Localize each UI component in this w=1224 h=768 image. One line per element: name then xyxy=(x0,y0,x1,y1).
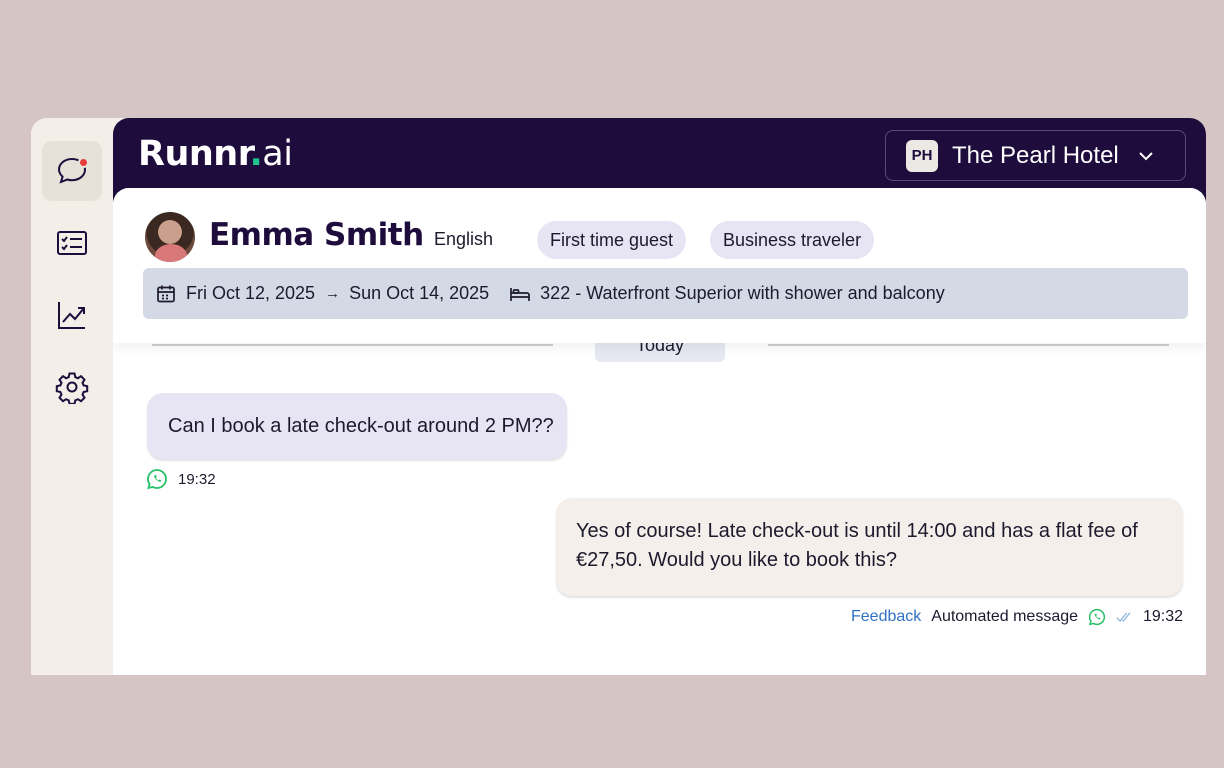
gear-icon xyxy=(55,372,89,404)
chevron-down-icon xyxy=(1139,151,1153,160)
double-check-icon xyxy=(1116,612,1131,623)
trend-chart-icon xyxy=(58,302,85,329)
message-meta: 19:32 xyxy=(146,468,216,490)
message-time: 19:32 xyxy=(178,470,216,488)
feedback-link[interactable]: Feedback xyxy=(851,608,921,626)
notification-dot xyxy=(78,157,89,168)
message-meta: Feedback Automated message 19:32 xyxy=(851,606,1183,628)
booking-details: Fri Oct 12, 2025 → Sun Oct 14, 2025 322 … xyxy=(143,268,1188,319)
check-out-date: Sun Oct 14, 2025 xyxy=(349,283,490,303)
guest-avatar xyxy=(145,212,195,262)
guest-header: Emma Smith English First time guest Busi… xyxy=(113,188,1206,343)
main-panel: Runnr.ai PH The Pearl Hotel Emma Smith E… xyxy=(113,118,1206,675)
sidebar xyxy=(31,118,113,675)
date-divider-line xyxy=(152,344,553,346)
bed-icon xyxy=(510,287,531,301)
room-details: 322 - Waterfront Superior with shower an… xyxy=(540,283,945,303)
date-arrow: → xyxy=(325,285,341,302)
conversation-panel: Emma Smith English First time guest Busi… xyxy=(113,188,1206,675)
sidebar-item-settings[interactable] xyxy=(42,357,102,417)
guest-language: English xyxy=(434,229,494,249)
automated-message-label: Automated message xyxy=(931,608,1079,625)
whatsapp-icon xyxy=(1088,608,1106,626)
message-time: 19:32 xyxy=(1142,608,1183,625)
sidebar-item-tasks[interactable] xyxy=(42,213,102,273)
outgoing-message: Yes of course! Late check-out is until 1… xyxy=(556,498,1183,596)
guest-tag: Business traveler xyxy=(710,221,875,259)
incoming-message: Can I book a late check-out around 2 PM?… xyxy=(147,393,567,459)
message-text-line: Yes of course! Late check-out is until 1… xyxy=(576,520,1138,542)
sidebar-item-chat[interactable] xyxy=(42,141,102,201)
hotel-badge: PH xyxy=(906,139,938,172)
message-text: Can I book a late check-out around 2 PM?… xyxy=(168,414,554,437)
checklist-icon xyxy=(57,231,87,255)
guest-name: Emma Smith xyxy=(209,217,424,253)
sidebar-item-analytics[interactable] xyxy=(42,285,102,345)
check-in-date: Fri Oct 12, 2025 xyxy=(186,283,316,303)
app-window: Runnr.ai PH The Pearl Hotel Emma Smith E… xyxy=(31,118,1206,675)
guest-tag: First time guest xyxy=(537,221,687,259)
calendar-icon xyxy=(157,285,175,302)
whatsapp-icon xyxy=(147,469,167,490)
message-text-line: €27,50. Would you like to book this? xyxy=(576,549,897,571)
hotel-selector[interactable]: PH The Pearl Hotel xyxy=(885,130,1186,181)
hotel-name: The Pearl Hotel xyxy=(952,141,1119,169)
runnr-logo: Runnr.ai xyxy=(138,134,293,174)
date-divider-line xyxy=(768,344,1169,346)
